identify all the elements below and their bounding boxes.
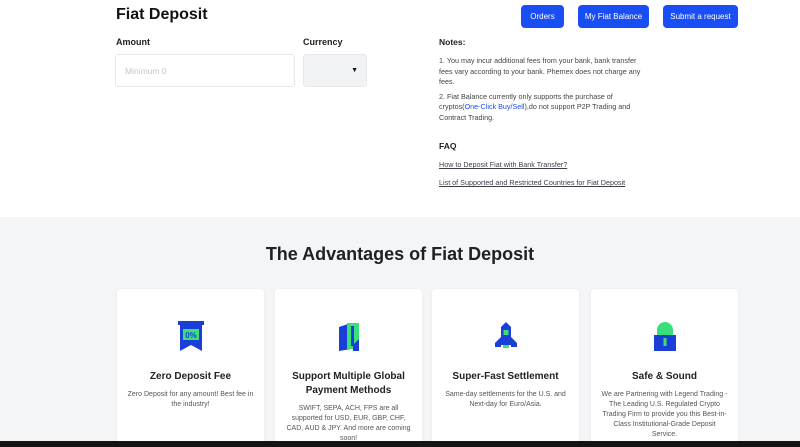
advantage-card-zero-fee: 0% Zero Deposit Fee Zero Deposit for any… xyxy=(117,289,264,447)
note-2: 2. Fiat Balance currently only supports … xyxy=(439,92,649,124)
submit-request-button[interactable]: Submit a request xyxy=(663,5,738,28)
faq-link-supported-countries[interactable]: List of Supported and Restricted Countri… xyxy=(439,178,625,187)
card-title: Safe & Sound xyxy=(631,371,697,382)
deposit-form-section: Fiat Deposit Orders My Fiat Balance Subm… xyxy=(0,0,800,217)
currency-label: Currency xyxy=(303,37,343,47)
currency-select[interactable]: ▼ xyxy=(303,54,367,87)
svg-text:0%: 0% xyxy=(185,331,197,340)
zero-percent-fee-icon: 0% xyxy=(171,317,211,357)
faq-link-deposit-fiat[interactable]: How to Deposit Fiat with Bank Transfer? xyxy=(439,160,567,169)
my-fiat-balance-button[interactable]: My Fiat Balance xyxy=(578,5,649,28)
caret-down-icon: ▼ xyxy=(351,67,358,74)
one-click-buy-sell-link[interactable]: One-Click Buy/Sell xyxy=(465,102,525,111)
card-title: Zero Deposit Fee xyxy=(149,371,232,382)
card-description: Same-day settlements for the U.S. and Ne… xyxy=(445,391,566,408)
rocket-icon xyxy=(486,317,526,357)
card-description: We are Partnering with Legend Trading - … xyxy=(601,391,728,438)
lock-icon xyxy=(645,317,685,357)
advantage-card-safe-sound: Safe & Sound We are Partnering with Lege… xyxy=(591,289,738,447)
faq-title: FAQ xyxy=(439,141,457,151)
page-title: Fiat Deposit xyxy=(116,6,208,23)
card-description: Zero Deposit for any amount! Best fee in… xyxy=(127,391,254,408)
window-bottom-bar xyxy=(0,441,800,447)
notes-title: Notes: xyxy=(439,37,466,47)
advantages-title: The Advantages of Fiat Deposit xyxy=(265,244,535,264)
amount-input[interactable] xyxy=(115,54,295,87)
advantage-card-fast-settlement: Super-Fast Settlement Same-day settlemen… xyxy=(432,289,579,447)
note-1: 1. You may incur additional fees from yo… xyxy=(439,56,641,86)
amount-label: Amount xyxy=(116,37,150,47)
card-title: Support Multiple Global Payment Methods xyxy=(292,371,405,396)
card-description: SWIFT, SEPA, ACH, FPS are all supported … xyxy=(286,405,411,442)
card-title: Super-Fast Settlement xyxy=(452,371,559,382)
notes-panel: Notes: 1. You may incur additional fees … xyxy=(439,37,649,127)
advantage-card-payment-methods: Support Multiple Global Payment Methods … xyxy=(275,289,422,447)
orders-button[interactable]: Orders xyxy=(521,5,564,28)
advantages-section: The Advantages of Fiat Deposit 0% Zero D… xyxy=(0,217,800,447)
payment-methods-icon xyxy=(329,317,369,357)
